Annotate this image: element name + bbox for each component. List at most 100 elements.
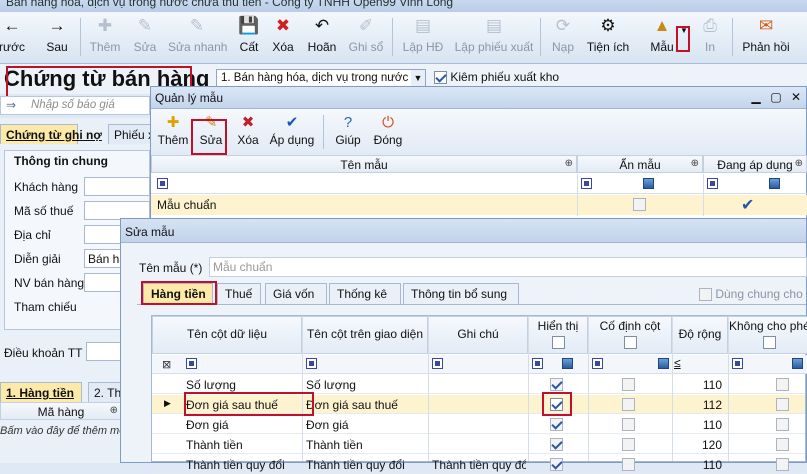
minimize-icon[interactable]: ▁ bbox=[748, 90, 764, 105]
filter-icon[interactable] bbox=[532, 358, 543, 369]
filter-icon[interactable] bbox=[432, 358, 443, 369]
search-arrow-icon: ⇒ bbox=[6, 98, 17, 112]
locked-checkbox[interactable] bbox=[776, 398, 789, 411]
fixed-checkbox[interactable] bbox=[622, 458, 635, 471]
col-item-code[interactable]: Mã hàng ⊕ bbox=[0, 402, 122, 420]
filter-icon[interactable] bbox=[707, 178, 718, 189]
save-button[interactable]: 💾 Cất bbox=[234, 14, 264, 60]
tab-debit-voucher[interactable]: Chứng từ ghi nợ bbox=[0, 124, 102, 144]
post-button[interactable]: ✐ Ghi sổ bbox=[346, 14, 386, 60]
create-export-button[interactable]: ▤ Lập phiếu xuất bbox=[454, 14, 534, 60]
visible-all-checkbox[interactable] bbox=[551, 336, 565, 349]
visible-checkbox[interactable] bbox=[550, 378, 563, 391]
close-icon[interactable]: ✕ bbox=[788, 90, 804, 105]
template-button[interactable]: ▲ Mẫu bbox=[648, 14, 676, 60]
tab-cost[interactable]: Giá vốn bbox=[265, 283, 327, 304]
locked-checkbox[interactable] bbox=[776, 418, 789, 431]
fixed-all-checkbox[interactable] bbox=[623, 336, 637, 349]
pin-icon[interactable]: ⊕ bbox=[795, 158, 803, 169]
filter-icon[interactable] bbox=[186, 358, 197, 369]
filter-icon[interactable] bbox=[732, 358, 743, 369]
filter-value-icon[interactable] bbox=[769, 178, 780, 189]
delete-button[interactable]: ✖ Xóa bbox=[268, 14, 298, 60]
tm-row-standard[interactable]: Mẫu chuẩn ✔ bbox=[151, 195, 807, 215]
col-fixed[interactable]: Cố định cột bbox=[588, 316, 672, 354]
maximize-icon[interactable]: ▢ bbox=[768, 90, 784, 105]
col-hidden-template[interactable]: Ẩn mẫu ⊕ bbox=[577, 155, 703, 173]
visible-checkbox[interactable] bbox=[550, 398, 563, 411]
filter-value-icon[interactable] bbox=[643, 178, 654, 189]
chevron-down-icon[interactable]: ▼ bbox=[411, 70, 425, 87]
export-check[interactable]: Kiêm phiếu xuất kho bbox=[434, 70, 559, 85]
tm-edit-button[interactable]: ✎ Sửa bbox=[197, 113, 225, 147]
undo-button[interactable]: ↶ Hoãn bbox=[304, 14, 340, 60]
table-row[interactable]: Đơn giá Đơn giá 110 bbox=[152, 415, 805, 434]
tm-close-button[interactable]: ⏻ Đóng bbox=[373, 113, 403, 147]
filter-value-icon[interactable] bbox=[658, 358, 669, 369]
feedback-button[interactable]: ✉ Phản hồi bbox=[742, 14, 790, 60]
tab-export-voucher[interactable]: Phiếu x bbox=[108, 124, 154, 144]
tm-apply-button[interactable]: ✔ Áp dụng bbox=[269, 113, 315, 147]
fixed-checkbox[interactable] bbox=[622, 438, 635, 451]
table-row-selected[interactable]: ▶ Đơn giá sau thuế Đơn giá sau thuế 112 bbox=[152, 395, 805, 414]
table-row[interactable]: Thành tiền Thành tiền 120 bbox=[152, 435, 805, 454]
locked-checkbox[interactable] bbox=[776, 378, 789, 391]
table-row[interactable]: Thành tiền quy đổi Thành tiền quy đổi Th… bbox=[152, 455, 805, 474]
fixed-checkbox[interactable] bbox=[622, 378, 635, 391]
add-row-hint[interactable]: Bấm vào đây để thêm mớ bbox=[0, 425, 122, 437]
tm-delete-button[interactable]: ✖ Xóa bbox=[237, 113, 259, 147]
col-template-name[interactable]: Tên mẫu ⊕ bbox=[151, 155, 577, 173]
filter-value-icon[interactable] bbox=[792, 358, 803, 369]
width-filter-operator[interactable]: ≤ bbox=[674, 356, 681, 370]
tab-second[interactable]: 2. Th bbox=[88, 382, 122, 402]
pin-icon[interactable]: ⊕ bbox=[110, 405, 118, 416]
export-checkbox[interactable] bbox=[434, 71, 447, 85]
table-row[interactable]: Số lượng Số lượng 110 bbox=[152, 375, 805, 394]
col-width[interactable]: Độ rộng bbox=[672, 316, 728, 354]
next-button[interactable]: → Sau bbox=[40, 14, 74, 60]
col-field-name[interactable]: Tên cột dữ liệu bbox=[152, 316, 302, 354]
tab-statistics[interactable]: Thống kê bbox=[329, 283, 401, 304]
template-name-input[interactable]: Mẫu chuẩn bbox=[209, 257, 807, 277]
fixed-checkbox[interactable] bbox=[622, 418, 635, 431]
fixed-checkbox[interactable] bbox=[622, 398, 635, 411]
tab-extra-info[interactable]: Thông tin bổ sung bbox=[403, 283, 519, 304]
col-applied[interactable]: Đang áp dụng ⊕ bbox=[703, 155, 807, 173]
col-ui-caption[interactable]: Tên cột trên giao diện bbox=[302, 316, 428, 354]
filter-icon[interactable] bbox=[157, 178, 168, 189]
locked-checkbox[interactable] bbox=[776, 438, 789, 451]
customer-input[interactable] bbox=[84, 177, 150, 196]
edit-button[interactable]: ✎ Sửa bbox=[130, 14, 160, 60]
hidden-checkbox[interactable] bbox=[633, 198, 646, 211]
col-visible[interactable]: Hiển thị bbox=[528, 316, 588, 354]
quote-search-input[interactable]: Nhập số báo giá bbox=[0, 96, 150, 115]
create-invoice-button[interactable]: ▤ Lập HĐ bbox=[400, 14, 446, 60]
load-button[interactable]: ⟳ Nạp bbox=[548, 14, 578, 60]
utility-button[interactable]: ⚙ Tiện ích bbox=[586, 14, 630, 60]
locked-checkbox[interactable] bbox=[776, 458, 789, 471]
visible-checkbox[interactable] bbox=[550, 438, 563, 451]
col-note[interactable]: Ghi chú bbox=[428, 316, 528, 354]
pin-icon[interactable]: ⊕ bbox=[565, 158, 573, 169]
back-button[interactable]: ← rước bbox=[0, 14, 28, 60]
shared-checkbox[interactable] bbox=[699, 288, 712, 302]
pin-icon[interactable]: ⊕ bbox=[691, 158, 699, 169]
tab-tax[interactable]: Thuế bbox=[217, 283, 261, 304]
visible-checkbox[interactable] bbox=[550, 458, 563, 471]
tm-add-button[interactable]: ✚ Thêm bbox=[157, 113, 189, 147]
shared-check[interactable]: Dùng chung cho tấ bbox=[699, 287, 807, 302]
locked-all-checkbox[interactable] bbox=[762, 336, 776, 349]
tab-goods-money[interactable]: Hàng tiền bbox=[143, 283, 213, 304]
filter-icon[interactable] bbox=[581, 178, 592, 189]
filter-icon[interactable] bbox=[592, 358, 603, 369]
tm-help-button[interactable]: ? Giúp bbox=[333, 113, 363, 147]
col-locked[interactable]: Không cho phép bbox=[728, 316, 807, 354]
print-button[interactable]: ⎙ In bbox=[698, 14, 722, 60]
quick-edit-button[interactable]: ✎ Sửa nhanh bbox=[168, 14, 227, 60]
filter-toggle-icon[interactable]: ⊠ bbox=[162, 358, 171, 371]
filter-value-icon[interactable] bbox=[562, 358, 573, 369]
tab-goods-money[interactable]: 1. Hàng tiền bbox=[0, 382, 82, 402]
visible-checkbox[interactable] bbox=[550, 418, 563, 431]
filter-icon[interactable] bbox=[306, 358, 317, 369]
add-button[interactable]: ✚ Thêm bbox=[86, 14, 124, 60]
